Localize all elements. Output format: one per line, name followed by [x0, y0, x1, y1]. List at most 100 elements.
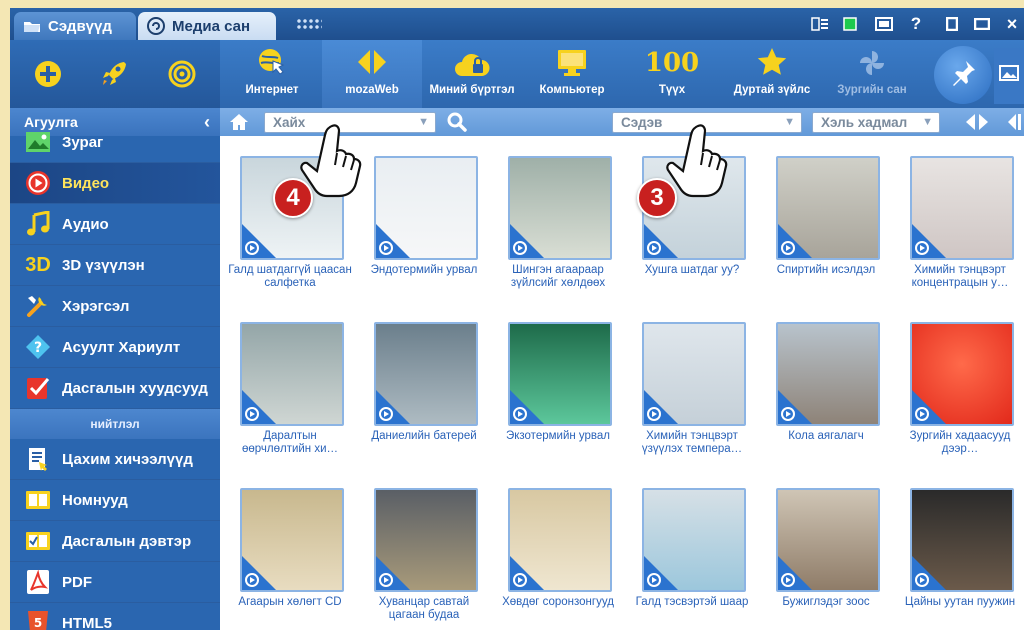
- tool-computer[interactable]: Компьютер: [522, 40, 622, 108]
- video-card[interactable]: Шингэн агаараар зүйлсийг хөлдөөх: [496, 156, 620, 292]
- sidebar-item-qa[interactable]: ? Асуулт Хариулт: [10, 327, 220, 368]
- play-icon[interactable]: [915, 241, 929, 255]
- language-subtitle-select[interactable]: Хэль хадмал ▼: [812, 112, 940, 133]
- sidebar-item-video[interactable]: Видео: [10, 163, 220, 204]
- sidebar-item-e-lessons[interactable]: Цахим хичээлүүд: [10, 439, 220, 480]
- video-thumbnail[interactable]: [910, 322, 1014, 426]
- help-icon[interactable]: ?: [906, 14, 926, 33]
- video-thumbnail[interactable]: [240, 488, 344, 592]
- play-icon[interactable]: [915, 407, 929, 421]
- video-title[interactable]: Хөвдөг соронзонгууд: [496, 596, 620, 624]
- play-icon[interactable]: [513, 573, 527, 587]
- video-title[interactable]: Зургийн хадаасууд дээр…: [898, 430, 1022, 458]
- collapse-sidebar-icon[interactable]: ‹: [204, 112, 210, 133]
- video-title[interactable]: Экзотермийн урвал: [496, 430, 620, 458]
- video-card[interactable]: Цайны уутан пуужин: [898, 488, 1022, 624]
- video-thumbnail[interactable]: [776, 156, 880, 260]
- view-list-icon[interactable]: [810, 15, 830, 33]
- view-toggle-icon[interactable]: [998, 112, 1024, 132]
- image-gallery-button[interactable]: [994, 48, 1024, 104]
- video-card[interactable]: Агаарын хөлөгт CD: [228, 488, 352, 624]
- video-thumbnail[interactable]: [642, 488, 746, 592]
- sidebar-item-audio[interactable]: Аудио: [10, 204, 220, 245]
- video-title[interactable]: Бужиглэдэг зоос: [764, 596, 888, 624]
- play-icon[interactable]: [647, 407, 661, 421]
- video-thumbnail[interactable]: [508, 322, 612, 426]
- target-icon[interactable]: [164, 56, 200, 92]
- sidebar-item-books[interactable]: Номнууд: [10, 480, 220, 521]
- play-icon[interactable]: [781, 241, 795, 255]
- video-title[interactable]: Химийн тэнцвэрт үзүүлэх темпера…: [630, 430, 754, 458]
- video-card[interactable]: Хөвдөг соронзонгууд: [496, 488, 620, 624]
- tool-internet[interactable]: Интернет: [222, 40, 322, 108]
- video-title[interactable]: Хушга шатдаг уу?: [630, 264, 754, 292]
- video-card[interactable]: Галд тэсвэртэй шаар: [630, 488, 754, 624]
- video-title[interactable]: Галд шатдаггүй цаасан салфетка: [228, 264, 352, 292]
- video-thumbnail[interactable]: [776, 488, 880, 592]
- video-title[interactable]: Галд тэсвэртэй шаар: [630, 596, 754, 624]
- sidebar-item-html5[interactable]: 5 HTML5: [10, 603, 220, 630]
- play-icon[interactable]: [781, 407, 795, 421]
- play-icon[interactable]: [647, 573, 661, 587]
- video-thumbnail[interactable]: [374, 322, 478, 426]
- screen-icon[interactable]: [874, 15, 894, 33]
- rocket-icon[interactable]: [96, 56, 132, 92]
- video-title[interactable]: Даниелийн батерей: [362, 430, 486, 458]
- video-card[interactable]: Даниелийн батерей: [362, 322, 486, 458]
- video-card[interactable]: Химийн тэнцвэрт концентрацын у…: [898, 156, 1022, 292]
- sidebar-item-pdf[interactable]: PDF: [10, 562, 220, 603]
- add-icon[interactable]: [30, 56, 66, 92]
- video-thumbnail[interactable]: [508, 488, 612, 592]
- play-icon[interactable]: [513, 407, 527, 421]
- play-icon[interactable]: [379, 573, 393, 587]
- play-icon[interactable]: [781, 573, 795, 587]
- sidebar-item-images[interactable]: Зураг: [10, 122, 220, 163]
- video-title[interactable]: Эндотермийн урвал: [362, 264, 486, 292]
- tab-media-library[interactable]: Медиа сан: [138, 12, 276, 40]
- video-title[interactable]: Кола аягалагч: [764, 430, 888, 458]
- sidebar-item-tools[interactable]: Хэрэгсэл: [10, 286, 220, 327]
- tool-favorites[interactable]: Дуртай зүйлс: [722, 40, 822, 108]
- tool-mozaweb[interactable]: mozaWeb: [322, 40, 422, 108]
- video-title[interactable]: Цайны уутан пуужин: [898, 596, 1022, 624]
- video-title[interactable]: Химийн тэнцвэрт концентрацын у…: [898, 264, 1022, 292]
- play-icon[interactable]: [245, 407, 259, 421]
- search-icon[interactable]: [446, 111, 468, 133]
- pin-button[interactable]: [934, 46, 992, 104]
- status-green-icon[interactable]: [840, 15, 860, 33]
- tool-history[interactable]: 100 Түүх: [622, 40, 722, 108]
- restore-icon[interactable]: [972, 15, 992, 33]
- video-title[interactable]: Спиртийн исэлдэл: [764, 264, 888, 292]
- video-thumbnail[interactable]: [374, 156, 478, 260]
- tab-topics[interactable]: Сэдвүүд: [14, 12, 136, 40]
- video-title[interactable]: Агаарын хөлөгт CD: [228, 596, 352, 624]
- play-icon[interactable]: [245, 573, 259, 587]
- play-icon[interactable]: [379, 407, 393, 421]
- video-thumbnail[interactable]: [642, 322, 746, 426]
- sidebar-item-3d[interactable]: 3D 3D үзүүлэн: [10, 245, 220, 286]
- video-thumbnail[interactable]: [910, 488, 1014, 592]
- video-title[interactable]: Шингэн агаараар зүйлсийг хөлдөөх: [496, 264, 620, 292]
- video-card[interactable]: Химийн тэнцвэрт үзүүлэх темпера…: [630, 322, 754, 458]
- close-icon[interactable]: ×: [1002, 14, 1022, 34]
- video-title[interactable]: Хуванцар савтай цагаан будаа: [362, 596, 486, 624]
- play-icon[interactable]: [245, 241, 259, 255]
- video-card[interactable]: Хуванцар савтай цагаан будаа: [362, 488, 486, 624]
- tool-my-account[interactable]: Миний бүртгэл: [422, 40, 522, 108]
- video-card[interactable]: Кола аягалагч: [764, 322, 888, 458]
- sidebar-item-worksheets[interactable]: Дасгалын хуудсууд: [10, 368, 220, 409]
- video-thumbnail[interactable]: [374, 488, 478, 592]
- video-card[interactable]: Даралтын өөрчлөлтийн хи…: [228, 322, 352, 458]
- video-title[interactable]: Даралтын өөрчлөлтийн хи…: [228, 430, 352, 458]
- video-thumbnail[interactable]: [776, 322, 880, 426]
- tool-image-library[interactable]: Зургийн сан: [822, 40, 922, 108]
- home-icon[interactable]: [228, 111, 250, 133]
- sort-direction-icon[interactable]: [964, 112, 990, 132]
- video-card[interactable]: Зургийн хадаасууд дээр…: [898, 322, 1022, 458]
- video-card[interactable]: Экзотермийн урвал: [496, 322, 620, 458]
- video-card[interactable]: Бужиглэдэг зоос: [764, 488, 888, 624]
- video-card[interactable]: Эндотермийн урвал: [362, 156, 486, 292]
- play-icon[interactable]: [513, 241, 527, 255]
- play-icon[interactable]: [379, 241, 393, 255]
- video-thumbnail[interactable]: [240, 322, 344, 426]
